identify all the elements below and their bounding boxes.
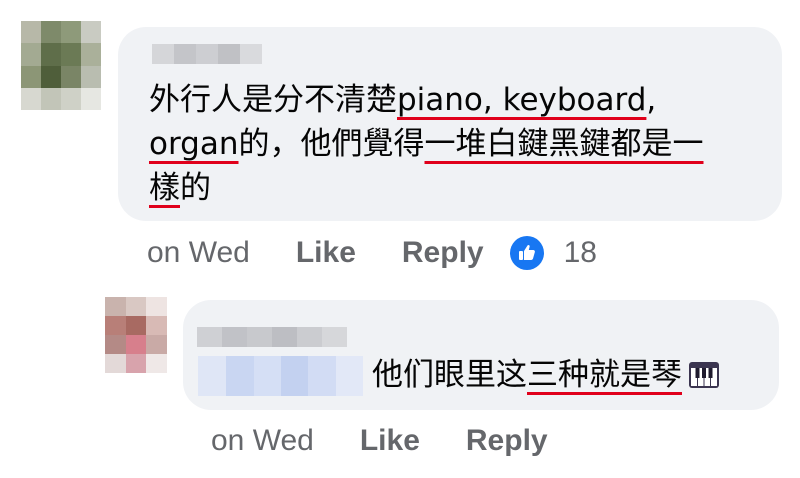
reply-button[interactable]: Reply	[466, 424, 548, 458]
comment-text-segment: 的，他們覺得	[238, 126, 425, 162]
comment-text-segment: 外行人是分不清楚	[149, 82, 397, 118]
like-button[interactable]: Like	[296, 236, 356, 270]
underlined-segment: 一堆白鍵黑鍵都是一	[424, 126, 704, 162]
avatar[interactable]	[21, 21, 101, 110]
thumbs-up-icon	[509, 236, 544, 270]
mention-tag-blurred[interactable]	[198, 356, 363, 396]
reply-text: 他们眼里这三种就是琴	[372, 355, 720, 395]
comment-text-segment: 的	[180, 170, 211, 206]
comment-timestamp[interactable]: on Wed	[211, 424, 314, 458]
avatar[interactable]	[105, 297, 167, 373]
reaction-summary[interactable]: 18	[509, 236, 597, 270]
comment-actions: on Wed Like Reply 18	[147, 236, 597, 270]
comment-thread: 外行人是分不清楚piano, keyboard, organ的，他們覺得一堆白鍵…	[0, 0, 800, 478]
underlined-segment: 樣	[149, 170, 180, 206]
reply-button[interactable]: Reply	[402, 236, 484, 270]
like-button[interactable]: Like	[360, 424, 420, 458]
reaction-count: 18	[563, 236, 597, 269]
underlined-segment: organ	[149, 126, 239, 162]
comment-text-segment: ,	[646, 82, 657, 118]
comment-timestamp[interactable]: on Wed	[147, 236, 250, 270]
commenter-name-blurred[interactable]	[197, 327, 347, 347]
commenter-name-blurred[interactable]	[152, 44, 262, 64]
comment-text: 外行人是分不清楚piano, keyboard, organ的，他們覺得一堆白鍵…	[149, 78, 759, 210]
underlined-segment: 三种就是琴	[527, 357, 682, 393]
musical-keyboard-icon	[688, 359, 720, 391]
underlined-segment: piano, keyboard	[397, 82, 647, 118]
comment-text-segment: 他们眼里这	[372, 357, 527, 393]
reply-actions: on Wed Like Reply	[211, 424, 548, 458]
